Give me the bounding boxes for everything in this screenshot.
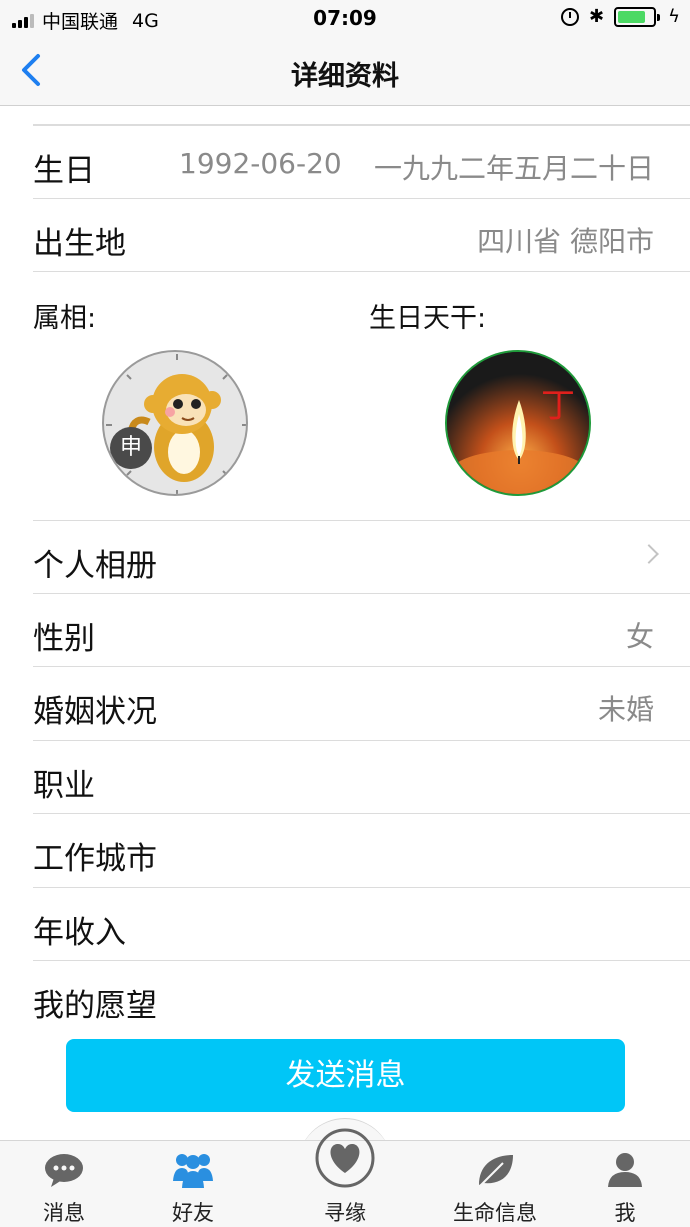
birthplace-label: 出生地 xyxy=(33,226,126,262)
tab-bar: 消息 好友 寻缘 生命信息 我 xyxy=(0,1128,690,1227)
status-bar: 中国联通 4G 07:09 ✱ ϟ xyxy=(0,0,690,36)
tab-friends[interactable]: 好友 xyxy=(143,1141,243,1227)
chevron-right-icon xyxy=(639,544,659,564)
nav-bar: 详细资料 xyxy=(0,36,690,106)
stem-char: 丁 xyxy=(541,386,575,426)
chat-icon xyxy=(45,1154,83,1187)
alarm-icon xyxy=(561,7,580,26)
job-row: 职业 xyxy=(33,740,690,813)
friends-icon xyxy=(173,1154,213,1188)
tab-label: 好友 xyxy=(172,1201,214,1225)
album-row[interactable]: 个人相册 xyxy=(33,520,690,593)
tab-messages[interactable]: 消息 xyxy=(14,1141,114,1227)
zodiac-label: 属相: xyxy=(33,303,97,334)
birthplace-value: 四川省 德阳市 xyxy=(477,225,654,258)
tab-discover[interactable]: 寻缘 xyxy=(295,1128,395,1227)
tab-label: 消息 xyxy=(43,1201,85,1225)
bluetooth-icon: ✱ xyxy=(589,6,605,27)
charging-icon: ϟ xyxy=(668,6,680,27)
birthplace-row: 出生地 四川省 德阳市 xyxy=(33,198,690,271)
album-label: 个人相册 xyxy=(33,548,157,584)
birthday-row: 生日 1992-06-20 一九九二年五月二十日 xyxy=(33,125,690,198)
monkey-icon xyxy=(106,354,246,494)
marital-row: 婚姻状况 未婚 xyxy=(33,666,690,739)
zodiac-section: 属相: 生日天干: 申 丁 xyxy=(0,272,690,520)
birthday-lunar: 一九九二年五月二十日 xyxy=(373,152,654,185)
income-row: 年收入 xyxy=(33,887,690,960)
battery-icon xyxy=(614,6,661,27)
tab-label: 我 xyxy=(614,1201,636,1225)
zodiac-image[interactable]: 申 xyxy=(102,350,248,496)
person-icon xyxy=(608,1153,642,1187)
work-city-row: 工作城市 xyxy=(33,813,690,886)
battery-level xyxy=(618,10,646,23)
send-message-button[interactable]: 发送消息 xyxy=(66,1039,625,1112)
tab-label: 生命信息 xyxy=(453,1201,537,1225)
gender-value: 女 xyxy=(625,620,654,653)
heart-icon xyxy=(315,1128,375,1188)
stem-label: 生日天干: xyxy=(369,303,487,334)
marital-value: 未婚 xyxy=(597,693,654,726)
birthday-label: 生日 xyxy=(33,153,95,189)
tab-label: 寻缘 xyxy=(324,1201,366,1225)
marital-label: 婚姻状况 xyxy=(33,694,157,730)
tab-life-info[interactable]: 生命信息 xyxy=(445,1141,545,1227)
wish-label: 我的愿望 xyxy=(33,988,157,1024)
leaf-icon xyxy=(478,1155,513,1188)
page-title: 详细资料 xyxy=(291,61,399,92)
income-label: 年收入 xyxy=(33,915,126,951)
birthday-solar: 1992-06-20 xyxy=(179,147,342,180)
gender-label: 性别 xyxy=(33,621,95,657)
wish-row: 我的愿望 xyxy=(33,960,690,1033)
gender-row: 性别 女 xyxy=(33,593,690,666)
zodiac-badge: 申 xyxy=(110,427,152,469)
job-label: 职业 xyxy=(33,768,95,804)
work-city-label: 工作城市 xyxy=(33,841,157,877)
stem-image[interactable]: 丁 xyxy=(445,350,591,496)
tab-me[interactable]: 我 xyxy=(575,1141,675,1227)
